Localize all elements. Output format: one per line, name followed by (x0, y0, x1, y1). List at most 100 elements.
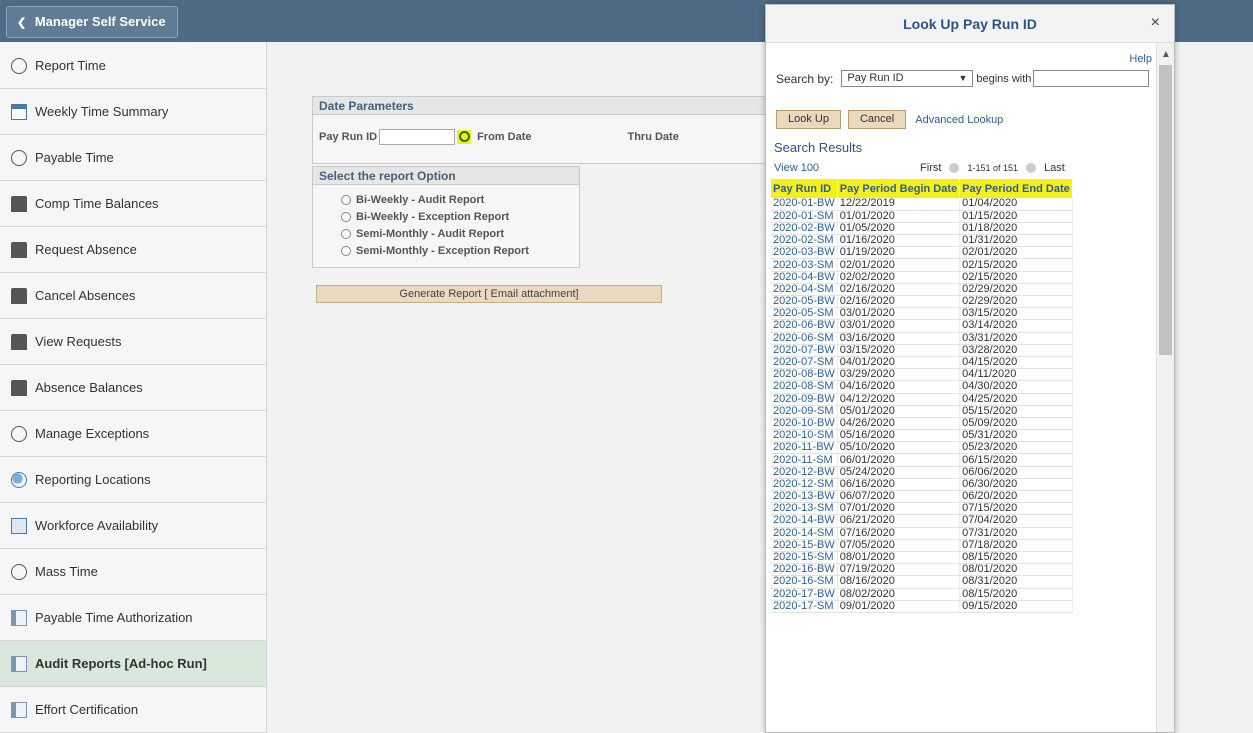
lookup-button[interactable]: Look Up (776, 110, 841, 129)
table-row[interactable]: 2020-15-BW 07/05/2020 07/18/2020 (771, 539, 1073, 552)
pay-run-id-link[interactable]: 2020-09-BW (771, 393, 838, 406)
report-option[interactable]: Bi-Weekly - Exception Report (341, 208, 579, 225)
table-row[interactable]: 2020-10-BW 04/26/2020 05/09/2020 (771, 417, 1073, 431)
radio-button[interactable] (341, 211, 351, 222)
sidebar-item[interactable]: Request Absence (0, 227, 266, 273)
column-header-pay-run-id[interactable]: Pay Run ID (771, 179, 838, 198)
pay-run-id-link[interactable]: 2020-02-BW (771, 222, 838, 236)
table-row[interactable]: 2020-17-BW 08/02/2020 08/15/2020 (771, 588, 1073, 601)
sidebar-item[interactable]: Comp Time Balances (0, 181, 266, 227)
table-row[interactable]: 2020-05-BW 02/16/2020 02/29/2020 (771, 295, 1073, 309)
table-row[interactable]: 2020-12-SM 06/16/2020 06/30/2020 (771, 478, 1073, 492)
help-link[interactable]: Help (1129, 53, 1152, 65)
pay-run-input[interactable] (379, 129, 456, 145)
pay-run-id-link[interactable]: 2020-17-BW (771, 588, 838, 601)
sidebar-item[interactable]: Manage Exceptions (0, 411, 266, 457)
search-input[interactable] (1033, 70, 1150, 87)
table-row[interactable]: 2020-07-SM 04/01/2020 04/15/2020 (771, 356, 1073, 370)
report-option[interactable]: Semi-Monthly - Audit Report (341, 225, 579, 242)
table-row[interactable]: 2020-01-SM 01/01/2020 01/15/2020 (771, 210, 1073, 223)
pay-run-id-link[interactable]: 2020-15-BW (771, 539, 838, 552)
column-header-end-date[interactable]: Pay Period End Date (959, 179, 1073, 198)
table-row[interactable]: 2020-15-SM 08/01/2020 08/15/2020 (771, 551, 1073, 565)
sidebar-item[interactable]: Audit Reports [Ad-hoc Run] (0, 641, 266, 687)
pay-run-id-link[interactable]: 2020-07-SM (771, 356, 838, 370)
sidebar-item[interactable]: Report Time (0, 43, 266, 89)
table-row[interactable]: 2020-14-BW 06/21/2020 07/04/2020 (771, 514, 1073, 528)
table-row[interactable]: 2020-10-SM 05/16/2020 05/31/2020 (771, 429, 1073, 443)
cancel-button[interactable]: Cancel (847, 110, 907, 129)
table-row[interactable]: 2020-11-BW 05/10/2020 05/23/2020 (771, 441, 1073, 455)
table-row[interactable]: 2020-04-SM 02/16/2020 02/29/2020 (771, 283, 1073, 297)
table-row[interactable]: 2020-04-BW 02/02/2020 02/15/2020 (771, 271, 1073, 284)
sidebar-item[interactable]: Absence Balances (0, 365, 266, 411)
table-row[interactable]: 2020-09-BW 04/12/2020 04/25/2020 (771, 393, 1073, 406)
pay-run-id-link[interactable]: 2020-02-SM (771, 234, 838, 248)
scroll-up-icon[interactable]: ▲ (1161, 49, 1171, 60)
search-by-select[interactable]: Pay Run ID ▼ (841, 70, 974, 87)
report-option[interactable]: Bi-Weekly - Audit Report (341, 191, 579, 208)
pay-run-id-link[interactable]: 2020-08-SM (771, 380, 838, 394)
table-row[interactable]: 2020-06-SM 03/16/2020 03/31/2020 (771, 332, 1073, 345)
pay-run-id-link[interactable]: 2020-16-SM (771, 575, 838, 589)
next-arrow-icon[interactable] (1026, 163, 1037, 174)
pay-run-id-link[interactable]: 2020-10-SM (771, 429, 838, 443)
pay-run-id-link[interactable]: 2020-05-SM (771, 307, 838, 321)
sidebar-item[interactable]: Mass Time (0, 549, 266, 595)
table-row[interactable]: 2020-03-BW 01/19/2020 02/01/2020 (771, 246, 1073, 260)
pay-run-id-link[interactable]: 2020-12-BW (771, 466, 838, 479)
table-row[interactable]: 2020-05-SM 03/01/2020 03/15/2020 (771, 307, 1073, 321)
report-option[interactable]: Semi-Monthly - Exception Report (341, 242, 579, 259)
table-row[interactable]: 2020-13-SM 07/01/2020 07/15/2020 (771, 502, 1073, 516)
table-row[interactable]: 2020-02-BW 01/05/2020 01/18/2020 (771, 222, 1073, 236)
table-row[interactable]: 2020-14-SM 07/16/2020 07/31/2020 (771, 527, 1073, 540)
search-icon[interactable] (457, 130, 472, 144)
table-row[interactable]: 2020-03-SM 02/01/2020 02/15/2020 (771, 258, 1073, 272)
pay-run-id-link[interactable]: 2020-06-BW (771, 319, 838, 333)
pay-run-id-link[interactable]: 2020-17-SM (771, 600, 838, 613)
advanced-lookup-link[interactable]: Advanced Lookup (915, 114, 1003, 126)
pay-run-id-link[interactable]: 2020-01-BW (771, 198, 838, 211)
pay-run-id-link[interactable]: 2020-10-BW (771, 417, 838, 431)
column-header-begin-date[interactable]: Pay Period Begin Date (837, 179, 961, 198)
table-row[interactable]: 2020-11-SM 06/01/2020 06/15/2020 (771, 453, 1073, 467)
radio-button[interactable] (341, 194, 351, 205)
pay-run-id-link[interactable]: 2020-07-BW (771, 344, 838, 357)
sidebar-item[interactable]: Cancel Absences (0, 273, 266, 319)
table-row[interactable]: 2020-08-SM 04/16/2020 04/30/2020 (771, 380, 1073, 394)
pay-run-id-link[interactable]: 2020-13-BW (771, 490, 838, 504)
pay-run-id-link[interactable]: 2020-03-SM (771, 258, 838, 272)
pay-run-id-link[interactable]: 2020-04-BW (771, 271, 838, 284)
pay-run-id-link[interactable]: 2020-14-BW (771, 514, 838, 528)
pay-run-id-link[interactable]: 2020-12-SM (771, 478, 838, 492)
pay-run-id-link[interactable]: 2020-09-SM (771, 405, 838, 418)
pay-run-id-link[interactable]: 2020-06-SM (771, 332, 838, 345)
pay-run-id-link[interactable]: 2020-15-SM (771, 551, 838, 565)
table-row[interactable]: 2020-08-BW 03/29/2020 04/11/2020 (771, 368, 1073, 382)
generate-report-button[interactable]: Generate Report [ Email attachment] (316, 285, 662, 303)
sidebar-item[interactable]: Weekly Time Summary (0, 89, 266, 135)
scrollbar[interactable]: ▲ (1156, 43, 1174, 732)
scroll-thumb[interactable] (1159, 65, 1172, 355)
pay-run-id-link[interactable]: 2020-13-SM (771, 502, 838, 516)
pay-run-id-link[interactable]: 2020-04-SM (771, 283, 838, 297)
close-icon[interactable]: × (1151, 14, 1160, 32)
table-row[interactable]: 2020-16-BW 07/19/2020 08/01/2020 (771, 563, 1073, 577)
table-row[interactable]: 2020-02-SM 01/16/2020 01/31/2020 (771, 234, 1073, 248)
pay-run-id-link[interactable]: 2020-01-SM (771, 210, 838, 223)
sidebar-item[interactable]: Payable Time (0, 135, 266, 181)
pay-run-id-link[interactable]: 2020-16-BW (771, 563, 838, 577)
radio-button[interactable] (341, 245, 351, 256)
pay-run-id-link[interactable]: 2020-11-BW (771, 441, 838, 455)
table-row[interactable]: 2020-16-SM 08/16/2020 08/31/2020 (771, 575, 1073, 589)
sidebar-item[interactable]: Reporting Locations (0, 457, 266, 503)
table-row[interactable]: 2020-12-BW 05/24/2020 06/06/2020 (771, 466, 1073, 479)
table-row[interactable]: 2020-09-SM 05/01/2020 05/15/2020 (771, 405, 1073, 418)
pay-run-id-link[interactable]: 2020-08-BW (771, 368, 838, 382)
table-row[interactable]: 2020-13-BW 06/07/2020 06/20/2020 (771, 490, 1073, 504)
prev-arrow-icon[interactable] (949, 163, 960, 174)
radio-button[interactable] (341, 228, 351, 239)
pay-run-id-link[interactable]: 2020-03-BW (771, 246, 838, 260)
sidebar-item[interactable]: View Requests (0, 319, 266, 365)
sidebar-item[interactable]: Payable Time Authorization (0, 595, 266, 641)
